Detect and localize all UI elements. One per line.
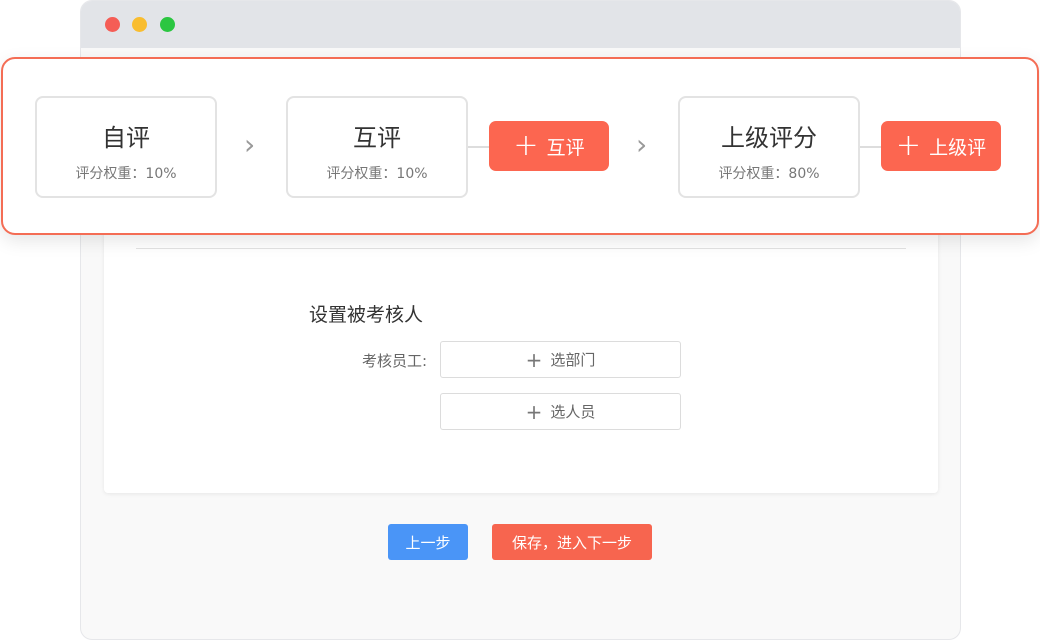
- plus-icon: +: [525, 347, 543, 372]
- add-superior-review-label: 上级评: [929, 136, 987, 159]
- save-next-button[interactable]: 保存，进入下一步: [492, 524, 652, 560]
- plus-icon: +: [525, 399, 543, 424]
- connector-line: [468, 146, 489, 148]
- chevron-right-icon: ›: [244, 128, 256, 161]
- add-peer-review-button[interactable]: + 互评: [489, 121, 609, 171]
- select-department-button[interactable]: + 选部门: [440, 341, 681, 378]
- window-titlebar: [81, 1, 960, 48]
- select-person-button[interactable]: + 选人员: [440, 393, 681, 430]
- prev-step-button[interactable]: 上一步: [388, 524, 468, 560]
- select-department-label: 选部门: [550, 351, 596, 369]
- divider: [136, 248, 906, 249]
- connector-line: [860, 146, 881, 148]
- plus-icon: +: [895, 128, 922, 163]
- chevron-right-icon: ›: [636, 128, 648, 161]
- step-superior-review[interactable]: 上级评分 评分权重：80%: [678, 96, 860, 198]
- step-name: 互评: [353, 124, 401, 152]
- maximize-window-dot[interactable]: [160, 17, 175, 32]
- step-name: 上级评分: [721, 124, 817, 152]
- step-weight: 评分权重：10%: [75, 166, 177, 182]
- employee-label: 考核员工:: [362, 352, 428, 370]
- step-peer-review[interactable]: 互评 评分权重：10%: [286, 96, 468, 198]
- step-weight: 评分权重：80%: [718, 166, 820, 182]
- select-person-label: 选人员: [550, 403, 596, 421]
- close-window-dot[interactable]: [105, 17, 120, 32]
- add-peer-review-label: 互评: [546, 136, 585, 159]
- step-weight: 评分权重：10%: [326, 166, 428, 182]
- step-self-review[interactable]: 自评 评分权重：10%: [35, 96, 217, 198]
- add-superior-review-button[interactable]: + 上级评: [881, 121, 1001, 171]
- section-title: 设置被考核人: [309, 304, 424, 326]
- step-name: 自评: [102, 124, 150, 152]
- minimize-window-dot[interactable]: [132, 17, 147, 32]
- plus-icon: +: [513, 128, 539, 163]
